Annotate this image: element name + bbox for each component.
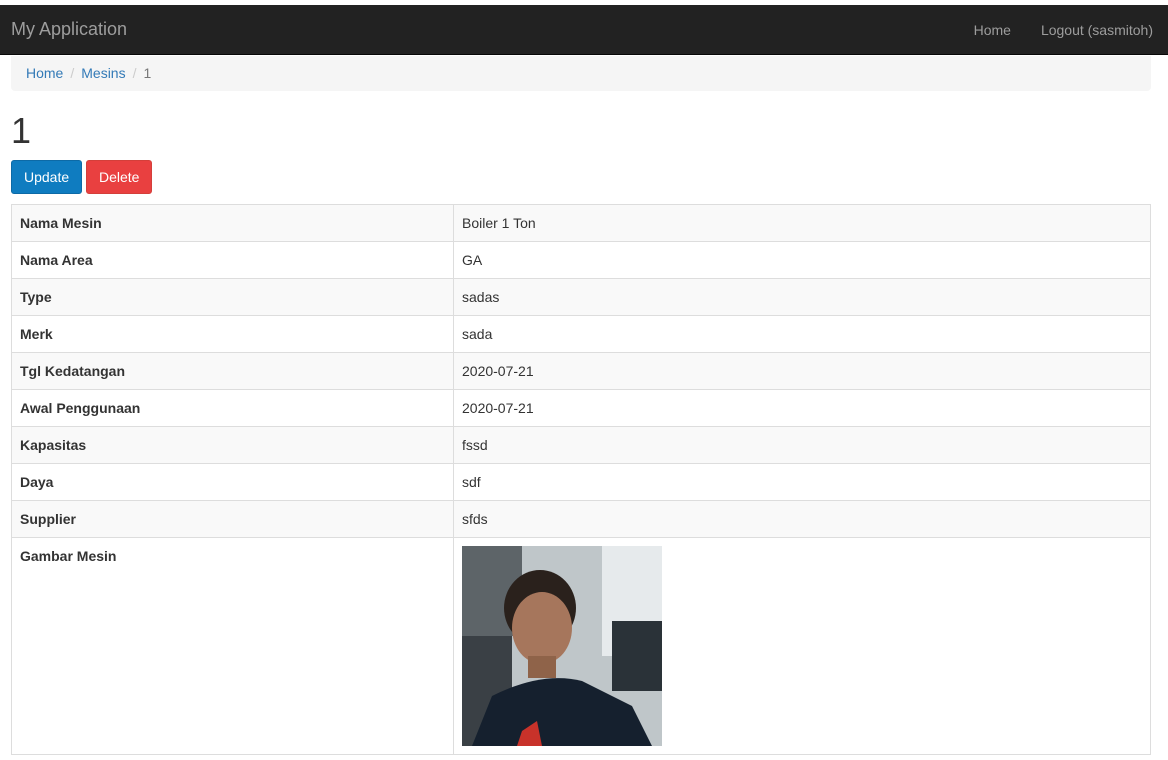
- detail-value: fssd: [453, 426, 1151, 464]
- detail-value: sdf: [453, 463, 1151, 501]
- update-button[interactable]: Update: [11, 160, 82, 194]
- detail-value: sfds: [453, 500, 1151, 538]
- detail-label: Awal Penggunaan: [11, 389, 454, 427]
- delete-button[interactable]: Delete: [86, 160, 152, 194]
- breadcrumb-mesins-link[interactable]: Mesins: [81, 65, 125, 81]
- brand-link[interactable]: My Application: [11, 19, 127, 40]
- detail-label: Kapasitas: [11, 426, 454, 464]
- detail-label: Daya: [11, 463, 454, 501]
- nav-logout-link[interactable]: Logout (sasmitoh): [1026, 5, 1168, 55]
- action-buttons: Update Delete: [11, 160, 152, 194]
- detail-row: Daya sdf: [11, 463, 1151, 501]
- detail-row-image: Gambar Mesin: [11, 537, 1151, 755]
- nav-home-link[interactable]: Home: [959, 5, 1026, 55]
- detail-table: Nama Mesin Boiler 1 Ton Nama Area GA Typ…: [11, 204, 1151, 755]
- breadcrumb: Home / Mesins / 1: [11, 56, 1151, 91]
- nav-links: Home Logout (sasmitoh): [959, 5, 1168, 55]
- detail-row: Type sadas: [11, 278, 1151, 316]
- breadcrumb-home-link[interactable]: Home: [26, 65, 63, 81]
- detail-label: Nama Area: [11, 241, 454, 279]
- detail-value: sada: [453, 315, 1151, 353]
- detail-row: Nama Area GA: [11, 241, 1151, 279]
- detail-value: 2020-07-21: [453, 389, 1151, 427]
- breadcrumb-active: 1: [143, 65, 152, 81]
- detail-label: Merk: [11, 315, 454, 353]
- detail-value: GA: [453, 241, 1151, 279]
- detail-row: Nama Mesin Boiler 1 Ton: [11, 204, 1151, 242]
- detail-row: Supplier sfds: [11, 500, 1151, 538]
- detail-label: Type: [11, 278, 454, 316]
- machine-photo-graphic: [462, 546, 662, 746]
- detail-value: 2020-07-21: [453, 352, 1151, 390]
- detail-value-image: [453, 537, 1151, 755]
- detail-label: Supplier: [11, 500, 454, 538]
- page-title: 1: [11, 110, 32, 151]
- detail-value: sadas: [453, 278, 1151, 316]
- navbar: My Application Home Logout (sasmitoh): [0, 5, 1168, 55]
- detail-label: Tgl Kedatangan: [11, 352, 454, 390]
- machine-photo: [462, 546, 662, 746]
- detail-value: Boiler 1 Ton: [453, 204, 1151, 242]
- detail-row: Tgl Kedatangan 2020-07-21: [11, 352, 1151, 390]
- detail-label: Gambar Mesin: [11, 537, 454, 755]
- breadcrumb-separator: /: [70, 65, 75, 81]
- detail-row: Awal Penggunaan 2020-07-21: [11, 389, 1151, 427]
- detail-row: Kapasitas fssd: [11, 426, 1151, 464]
- detail-label: Nama Mesin: [11, 204, 454, 242]
- detail-row: Merk sada: [11, 315, 1151, 353]
- breadcrumb-separator: /: [132, 65, 137, 81]
